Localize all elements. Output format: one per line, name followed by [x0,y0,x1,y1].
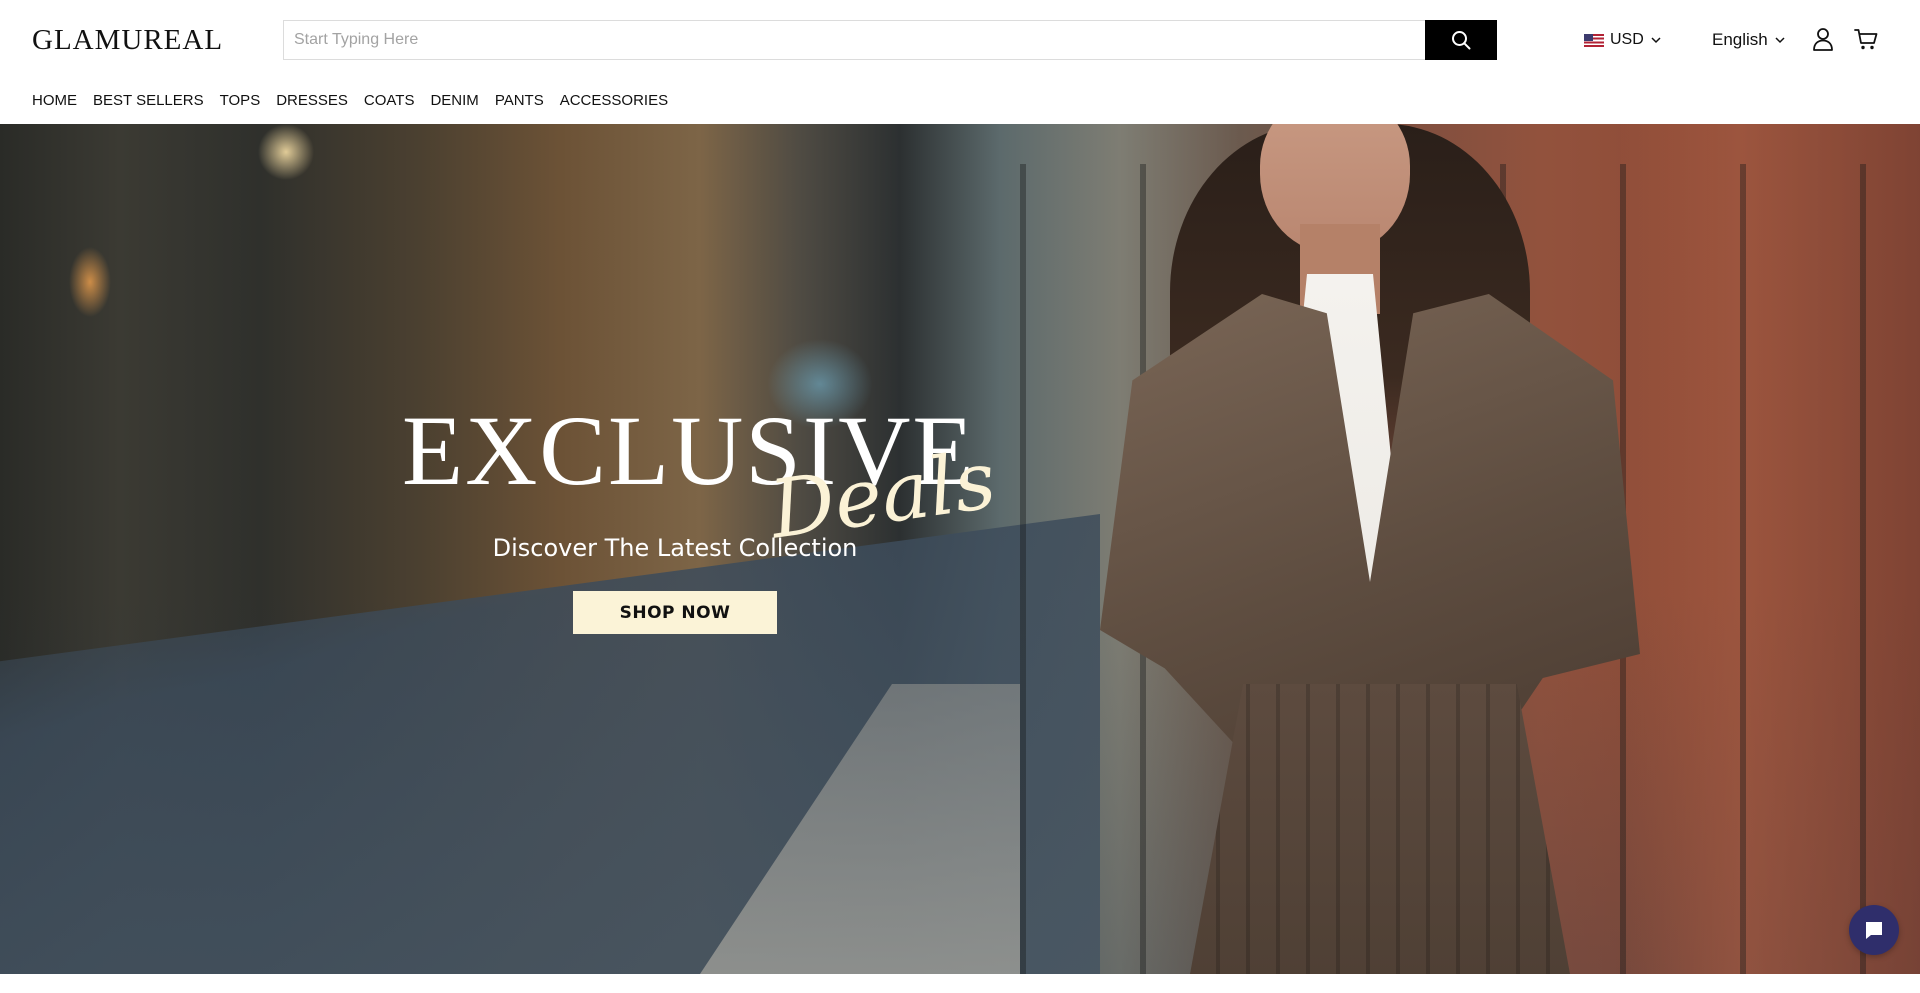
nav-item-accessories[interactable]: ACCESSORIES [560,91,668,111]
search-input[interactable] [284,21,1424,59]
user-icon[interactable] [1811,26,1835,52]
hero-model-image [1060,124,1680,974]
nav-item-tops[interactable]: TOPS [220,91,261,111]
chat-bubble-icon [1866,922,1882,939]
language-label: English [1712,30,1768,49]
language-selector[interactable]: English [1712,28,1786,52]
search-bar [283,20,1497,60]
main-nav: HOME BEST SELLERS TOPS DRESSES COATS DEN… [32,91,684,111]
chevron-down-icon [1775,37,1785,44]
us-flag-icon [1584,33,1604,47]
chevron-down-icon [1651,37,1661,44]
nav-item-best-sellers[interactable]: BEST SELLERS [93,91,204,111]
search-icon [1452,31,1471,50]
search-button[interactable] [1425,20,1497,60]
currency-selector[interactable]: USD [1584,28,1662,52]
nav-item-dresses[interactable]: DRESSES [276,91,348,111]
nav-item-coats[interactable]: COATS [364,91,415,111]
hero-subtitle: Discover The Latest Collection [492,534,858,562]
nav-item-denim[interactable]: DENIM [430,91,478,111]
nav-item-home[interactable]: HOME [32,91,77,111]
page-bottom-strip [0,974,1920,993]
currency-label: USD [1610,31,1644,48]
hero-banner[interactable]: EXCLUSIVE Deals Discover The Latest Coll… [0,124,1920,974]
model-skirt [1190,684,1570,974]
site-header: GLAMUREAL USD English HOME BEST SE [0,0,1920,124]
shop-now-button[interactable]: SHOP NOW [573,591,777,634]
chat-button[interactable] [1849,905,1899,955]
logo[interactable]: GLAMUREAL [32,24,223,56]
nav-item-pants[interactable]: PANTS [495,91,544,111]
cart-icon[interactable] [1854,26,1878,52]
